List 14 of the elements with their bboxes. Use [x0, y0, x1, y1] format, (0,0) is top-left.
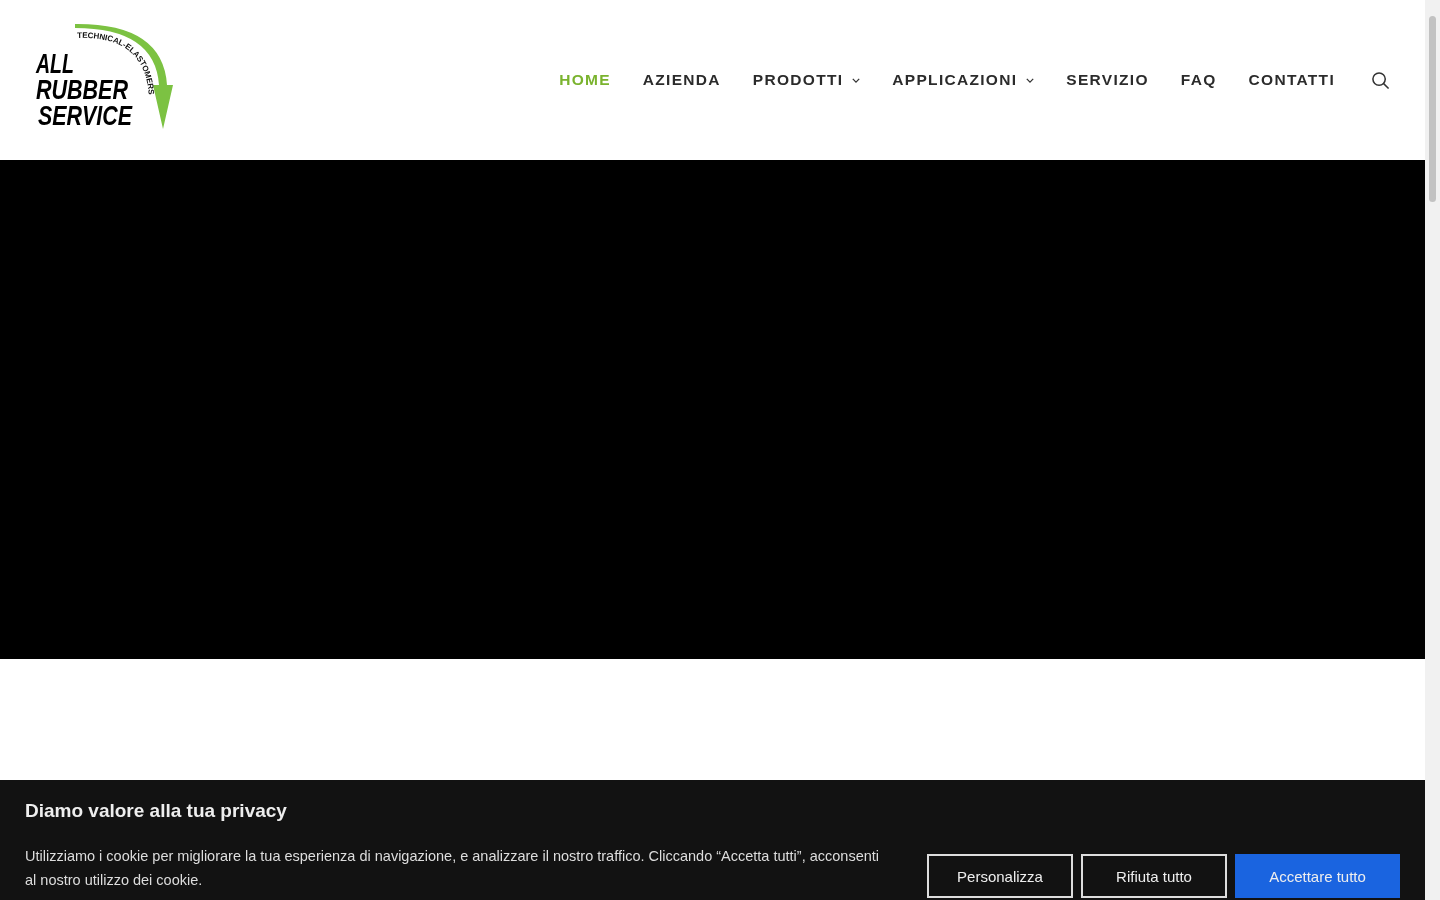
video-player[interactable]	[0, 160, 1425, 659]
nav-link[interactable]: SERVIZIO	[1066, 71, 1149, 89]
accept-button[interactable]: Accettare tutto	[1235, 854, 1400, 898]
nav-link[interactable]: AZIENDA	[642, 71, 721, 89]
scrollbar[interactable]	[1425, 0, 1440, 900]
nav-link[interactable]: FAQ	[1180, 71, 1217, 89]
search-icon[interactable]	[1371, 70, 1390, 90]
cookie-button[interactable]: Rifiuta tutto	[1081, 854, 1227, 898]
banner-text: Utilizziamo i cookie per migliorare la tua esperienza di navigazione, e analizzare il nostro traffico. Cliccando “Accetta tutti”, acconsenti al nostro utilizzo dei cookie.	[25, 847, 881, 890]
cookie-button[interactable]: Personalizza	[927, 854, 1073, 898]
nav-link[interactable]: APPLICAZIONI	[892, 71, 1035, 89]
banner-title: Diamo valore alla tua privacy	[25, 800, 288, 822]
nav-link[interactable]: CONTATTI	[1248, 71, 1335, 89]
nav-link[interactable]: PRODOTTI	[752, 71, 861, 89]
